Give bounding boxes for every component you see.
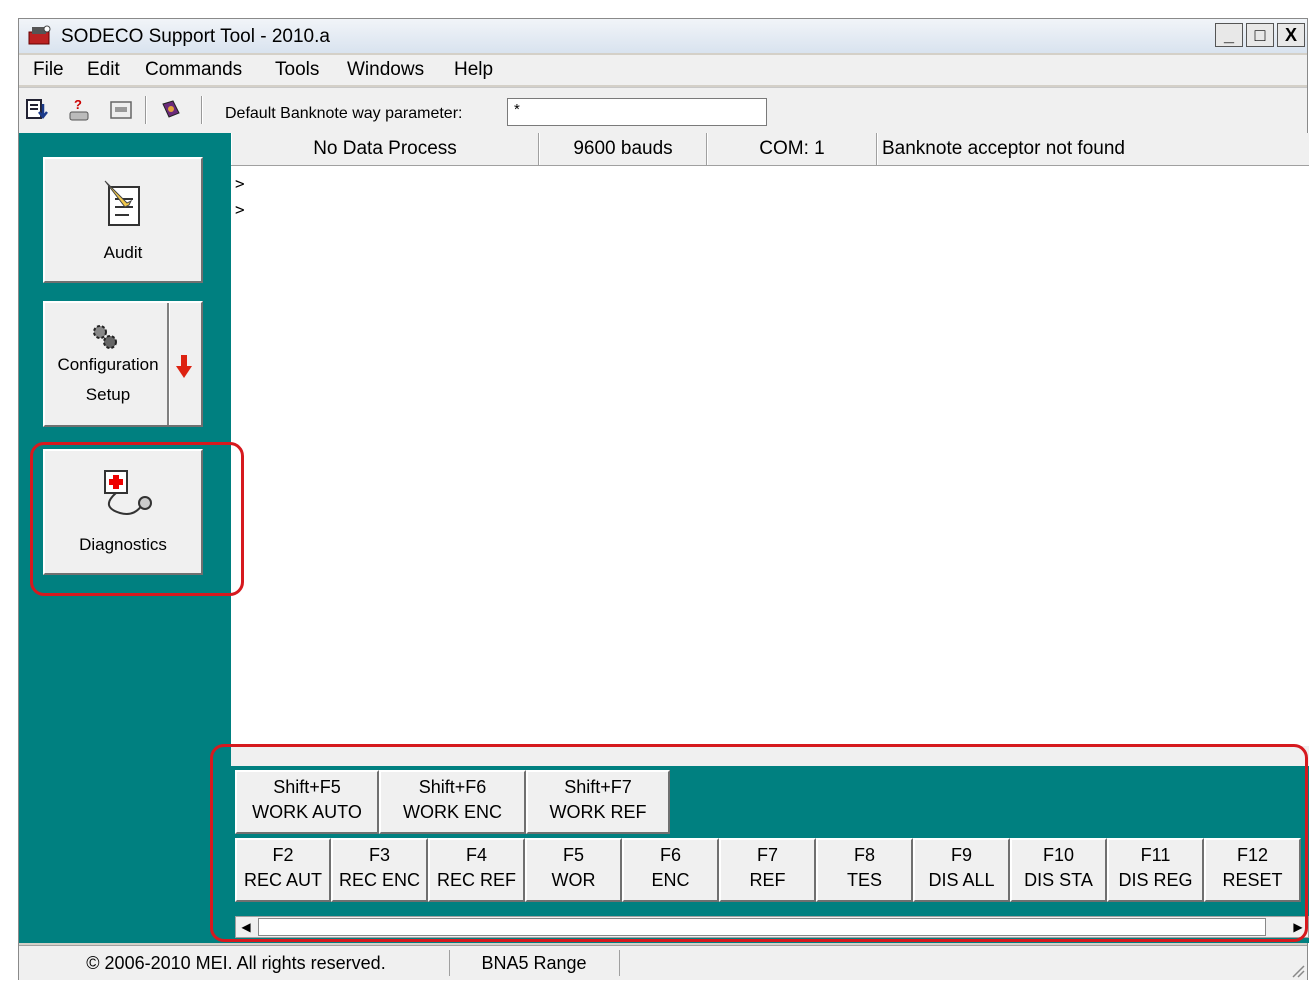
- key-label: F6: [659, 845, 681, 865]
- param-label: Default Banknote way parameter:: [225, 105, 463, 122]
- product-range: BNA5 Range: [449, 950, 620, 976]
- key-label: F2: [272, 845, 294, 865]
- shift-f6-button[interactable]: Shift+F6 WORK ENC: [379, 770, 526, 834]
- scroll-thumb[interactable]: [258, 918, 1266, 936]
- shift-f7-button[interactable]: Shift+F7 WORK REF: [526, 770, 670, 834]
- horizontal-scrollbar[interactable]: ◀ ▶: [235, 916, 1309, 938]
- key-action: REC ENC: [338, 870, 420, 890]
- key-label: Shift+F7: [564, 777, 632, 797]
- maximize-button[interactable]: □: [1246, 23, 1274, 47]
- key-action: TES: [846, 870, 882, 890]
- menu-file[interactable]: File: [33, 59, 64, 81]
- person-help-icon[interactable]: ?: [67, 98, 91, 122]
- acceptor-status: Banknote acceptor not found: [877, 133, 1309, 165]
- key-action: WORK AUTO: [252, 802, 362, 822]
- window-title: SODECO Support Tool - 2010.a: [61, 26, 330, 47]
- menu-bar: File Edit Commands Tools Windows Help: [19, 55, 1307, 85]
- status-bar: © 2006-2010 MEI. All rights reserved. BN…: [19, 945, 1307, 980]
- diagnostics-button[interactable]: Diagnostics: [43, 449, 203, 575]
- connection-status-row: No Data Process 9600 bauds COM: 1 Bankno…: [231, 133, 1309, 166]
- key-label: F4: [465, 845, 487, 865]
- com-port: COM: 1: [707, 133, 877, 165]
- close-button[interactable]: X: [1277, 23, 1305, 47]
- f6-button[interactable]: F6 ENC: [622, 838, 719, 902]
- key-action: REC REF: [436, 870, 516, 890]
- stethoscope-icon: [104, 470, 152, 515]
- menu-edit[interactable]: Edit: [87, 59, 120, 81]
- f12-button[interactable]: F12 RESET: [1204, 838, 1301, 902]
- f2-button[interactable]: F2 REC AUT: [235, 838, 331, 902]
- scroll-left-icon[interactable]: ◀: [236, 917, 256, 937]
- key-action: DIS REG: [1118, 870, 1193, 890]
- key-label: F8: [853, 845, 875, 865]
- diagnostics-label: Diagnostics: [79, 535, 167, 554]
- key-action: DIS ALL: [928, 870, 995, 890]
- menu-commands[interactable]: Commands: [145, 59, 242, 81]
- book-icon[interactable]: [159, 98, 183, 122]
- minimize-button[interactable]: _: [1215, 23, 1243, 47]
- f7-button[interactable]: F7 REF: [719, 838, 816, 902]
- audit-label: Audit: [103, 243, 143, 262]
- panel-splitter[interactable]: [231, 746, 1309, 766]
- key-label: F9: [950, 845, 972, 865]
- key-label: F12: [1236, 845, 1269, 865]
- audit-button[interactable]: Audit: [43, 157, 203, 283]
- process-status: No Data Process: [231, 133, 539, 165]
- menu-help[interactable]: Help: [454, 59, 493, 81]
- notepad-pencil-icon: [104, 180, 140, 226]
- configuration-label: Configuration: [57, 355, 159, 374]
- key-label: Shift+F6: [418, 777, 487, 797]
- banknote-way-input[interactable]: *: [507, 98, 767, 126]
- f10-button[interactable]: F10 DIS STA: [1010, 838, 1107, 902]
- title-bar[interactable]: SODECO Support Tool - 2010.a _ □ X: [19, 19, 1307, 53]
- key-label: F7: [756, 845, 778, 865]
- download-icon[interactable]: [25, 98, 49, 122]
- key-action: ENC: [651, 870, 690, 890]
- shift-f5-button[interactable]: Shift+F5 WORK AUTO: [235, 770, 379, 834]
- toolbar: ? Default Banknote way parameter: *: [19, 87, 1307, 134]
- key-action: REF: [749, 870, 786, 890]
- key-action: WOR: [551, 870, 596, 890]
- resize-grip-icon[interactable]: [1289, 962, 1305, 978]
- f8-button[interactable]: F8 TES: [816, 838, 913, 902]
- key-label: Shift+F5: [273, 777, 341, 797]
- key-action: DIS STA: [1024, 870, 1093, 890]
- copyright-text: © 2006-2010 MEI. All rights reserved.: [23, 950, 450, 976]
- f9-button[interactable]: F9 DIS ALL: [913, 838, 1010, 902]
- app-icon: [28, 25, 51, 45]
- keyboard-icon[interactable]: [109, 98, 133, 122]
- setup-label: Setup: [85, 385, 131, 404]
- f4-button[interactable]: F4 REC REF: [428, 838, 525, 902]
- key-label: F3: [368, 845, 390, 865]
- key-action: WORK REF: [549, 802, 647, 822]
- f5-button[interactable]: F5 WOR: [525, 838, 622, 902]
- key-label: F11: [1140, 845, 1171, 865]
- scroll-right-icon[interactable]: ▶: [1288, 917, 1308, 937]
- console-line: >: [235, 200, 245, 219]
- function-keys-panel: Shift+F5 WORK AUTO Shift+F6 WORK ENC Shi…: [231, 746, 1309, 943]
- gears-icon: [93, 325, 117, 349]
- down-arrow-icon[interactable]: [175, 355, 193, 379]
- app-window: SODECO Support Tool - 2010.a _ □ X File …: [18, 18, 1309, 980]
- key-label: F10: [1042, 845, 1075, 865]
- configuration-setup-button[interactable]: Configuration Setup: [43, 301, 203, 427]
- key-action: RESET: [1222, 870, 1283, 890]
- sidebar: Audit Configuration Setup Diagnostics: [19, 133, 231, 943]
- f11-button[interactable]: F11 DIS REG: [1107, 838, 1204, 902]
- menu-tools[interactable]: Tools: [275, 59, 319, 81]
- console-line: >: [235, 174, 245, 193]
- f3-button[interactable]: F3 REC ENC: [331, 838, 428, 902]
- key-label: F5: [562, 845, 584, 865]
- baud-rate: 9600 bauds: [539, 133, 707, 165]
- menu-windows[interactable]: Windows: [347, 59, 424, 81]
- console-output[interactable]: > >: [231, 166, 1309, 746]
- key-action: REC AUT: [243, 870, 322, 890]
- key-action: WORK ENC: [403, 802, 502, 822]
- svg-text:?: ?: [74, 98, 82, 112]
